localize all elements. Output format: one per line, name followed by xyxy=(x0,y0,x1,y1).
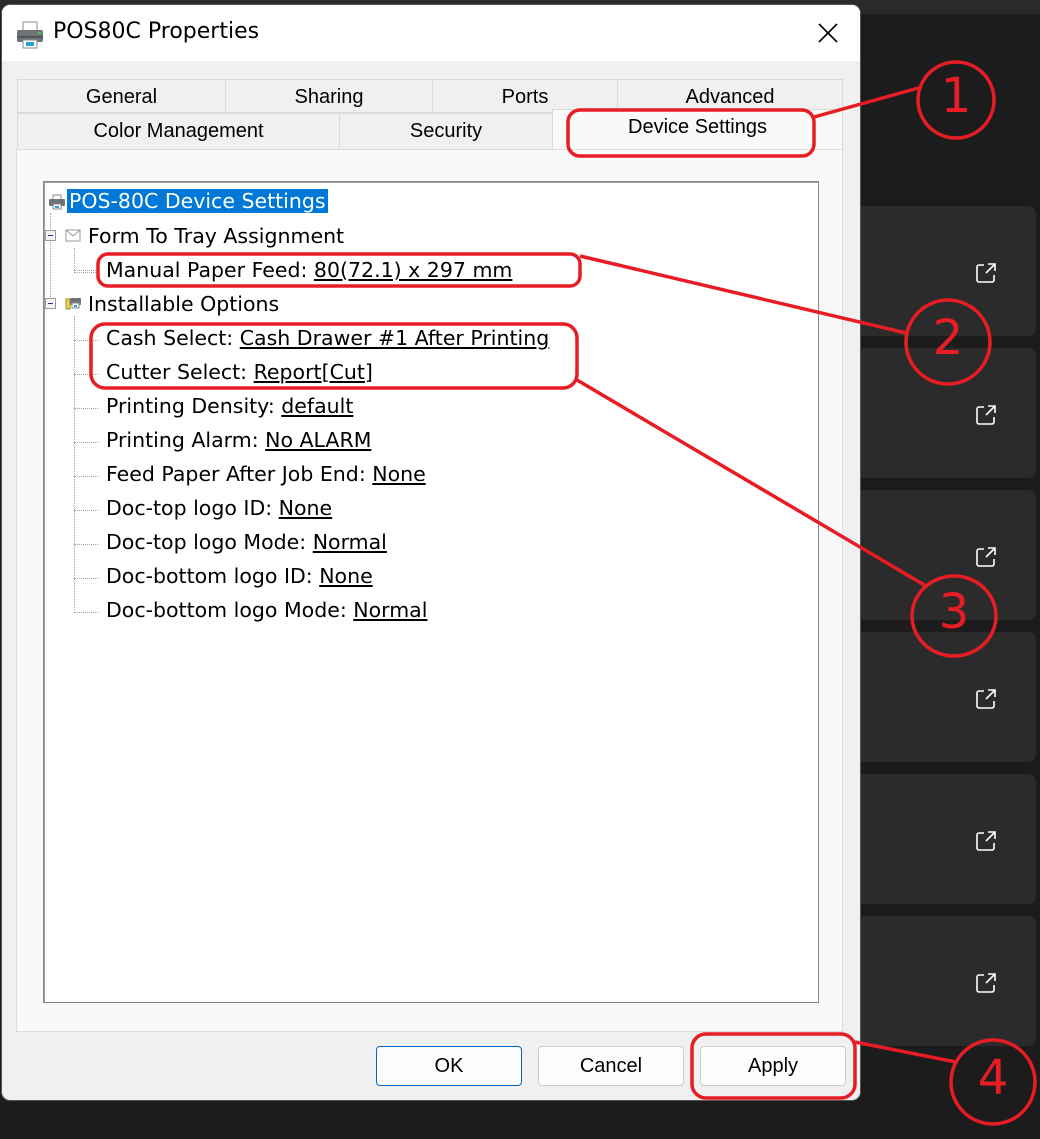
tree-line xyxy=(74,270,98,271)
setting-value-link[interactable]: Report[Cut] xyxy=(254,360,373,384)
setting-value-link[interactable]: None xyxy=(319,564,372,588)
setting-value-link[interactable]: No ALARM xyxy=(265,428,371,452)
tree-setting-item[interactable]: Feed Paper After Job End: None xyxy=(106,459,426,489)
tree-line xyxy=(74,248,75,270)
external-link-icon[interactable] xyxy=(974,545,998,569)
tree-root[interactable]: POS-80C Device Settings xyxy=(67,186,328,216)
tree-line xyxy=(74,578,98,579)
annotation-label-3: 3 xyxy=(938,584,970,640)
tree-line xyxy=(74,510,98,511)
background-card[interactable] xyxy=(840,774,1036,904)
setting-label: Cutter Select: xyxy=(106,360,254,384)
setting-value-link[interactable]: None xyxy=(279,496,332,520)
tree-setting-item[interactable]: Doc-top logo ID: None xyxy=(106,493,332,523)
window-title: POS80C Properties xyxy=(53,19,260,44)
tree-line xyxy=(74,316,75,610)
tree-setting-item[interactable]: Printing Density: default xyxy=(106,391,353,421)
tree-line xyxy=(50,213,51,305)
close-button[interactable] xyxy=(808,13,848,53)
apply-button[interactable]: Apply xyxy=(700,1046,846,1086)
tree-setting-item[interactable]: Cash Select: Cash Drawer #1 After Printi… xyxy=(106,323,549,353)
tree-node-form-to-tray[interactable]: Form To Tray Assignment xyxy=(88,221,344,251)
tree-line xyxy=(74,612,98,613)
form-icon xyxy=(65,229,81,242)
annotation-label-1: 1 xyxy=(940,68,972,124)
setting-value-link[interactable]: Cash Drawer #1 After Printing xyxy=(240,326,550,350)
tree-setting-item[interactable]: Doc-top logo Mode: Normal xyxy=(106,527,387,557)
annotation-label-2: 2 xyxy=(932,310,964,366)
tab-device-settings[interactable]: Device Settings xyxy=(552,109,843,149)
setting-label: Doc-top logo ID: xyxy=(106,496,279,520)
tree-setting-item[interactable]: Doc-bottom logo Mode: Normal xyxy=(106,595,427,625)
tree-line xyxy=(74,408,98,409)
tab-advanced[interactable]: Advanced xyxy=(617,79,843,113)
tree-root-label: POS-80C Device Settings xyxy=(67,189,328,213)
setting-label: Cash Select: xyxy=(106,326,240,350)
tree-line xyxy=(74,544,98,545)
tab-security[interactable]: Security xyxy=(339,113,553,150)
setting-label: Doc-top logo Mode: xyxy=(106,530,313,554)
tree-line xyxy=(74,374,98,375)
setting-value-link[interactable]: default xyxy=(281,394,353,418)
setting-label: Doc-bottom logo Mode: xyxy=(106,598,354,622)
tab-sharing[interactable]: Sharing xyxy=(225,79,433,113)
external-link-icon[interactable] xyxy=(974,261,998,285)
setting-value-link[interactable]: Normal xyxy=(313,530,387,554)
tree-setting-item[interactable]: Cutter Select: Report[Cut] xyxy=(106,357,373,387)
tree-setting-item[interactable]: Doc-bottom logo ID: None xyxy=(106,561,373,591)
printer-options-icon xyxy=(65,298,81,310)
tree-line xyxy=(74,442,98,443)
printer-icon xyxy=(49,194,65,210)
tree-setting-item[interactable]: Printing Alarm: No ALARM xyxy=(106,425,371,455)
external-link-icon[interactable] xyxy=(974,687,998,711)
setting-label: Printing Alarm: xyxy=(106,428,266,452)
external-link-icon[interactable] xyxy=(974,403,998,427)
tree-node-installable-options[interactable]: Installable Options xyxy=(88,289,279,319)
cancel-button[interactable]: Cancel xyxy=(538,1046,684,1086)
external-link-icon[interactable] xyxy=(974,829,998,853)
annotation-label-4: 4 xyxy=(977,1050,1009,1106)
setting-value-link[interactable]: 80(72.1) x 297 mm xyxy=(314,258,512,282)
collapse-form-to-tray-toggle[interactable] xyxy=(45,230,56,241)
title-bar: POS80C Properties xyxy=(2,5,860,61)
background-card[interactable] xyxy=(840,916,1036,1046)
tab-color-management[interactable]: Color Management xyxy=(17,113,340,150)
setting-value-link[interactable]: None xyxy=(372,462,425,486)
collapse-installable-options-toggle[interactable] xyxy=(45,298,56,309)
background-card[interactable] xyxy=(840,632,1036,762)
tree-line xyxy=(74,476,98,477)
tab-ports[interactable]: Ports xyxy=(432,79,618,113)
external-link-icon[interactable] xyxy=(974,971,998,995)
setting-value-link[interactable]: Normal xyxy=(353,598,427,622)
tree-setting-item[interactable]: Manual Paper Feed: 80(72.1) x 297 mm xyxy=(106,255,512,285)
printer-icon xyxy=(17,21,43,49)
properties-dialog: POS80C Properties General Sharing Ports … xyxy=(2,5,860,1100)
setting-label: Feed Paper After Job End: xyxy=(106,462,373,486)
tree-line xyxy=(74,340,98,341)
setting-label: Printing Density: xyxy=(106,394,282,418)
ok-button[interactable]: OK xyxy=(376,1046,522,1086)
tree-line xyxy=(74,272,98,273)
setting-label: Doc-bottom logo ID: xyxy=(106,564,320,588)
background-card[interactable] xyxy=(840,348,1036,478)
setting-label: Manual Paper Feed: xyxy=(106,258,314,282)
tab-general[interactable]: General xyxy=(17,79,226,113)
